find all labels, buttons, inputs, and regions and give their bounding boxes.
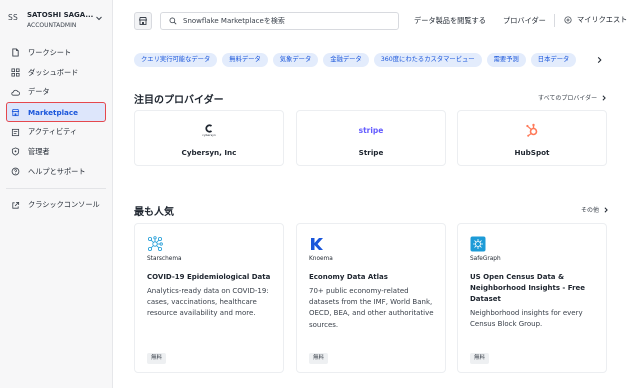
sidebar-divider [6,188,106,189]
sidebar-nav: ワークシート ダッシュボード データ Marketplace アクティビティ 管… [6,43,106,182]
sidebar-item-admin[interactable]: 管理者 [6,142,106,162]
dataset-provider: Starschema [147,256,182,262]
sidebar-item-worksheets[interactable]: ワークシート [6,43,106,63]
avatar: SS [8,13,19,22]
chip-demand-forecast[interactable]: 需要予測 [486,53,526,67]
chevron-right-icon [602,94,606,101]
chip-free[interactable]: 無料データ [222,53,268,67]
chevron-right-icon[interactable] [596,56,603,64]
dataset-title: US Open Census Data & Neighborhood Insig… [470,273,586,303]
search-placeholder: Snowflake Marketplaceを検索 [183,17,285,25]
shield-icon [11,147,20,156]
sidebar-item-label: クラシックコンソール [28,200,100,209]
sidebar-item-activity[interactable]: アクティビティ [6,122,106,142]
category-chips: クエリ実行可能なデータ 無料データ 気象データ 金融データ 360度にわたるカスタマービ… [134,53,594,69]
featured-providers-title: 注目のプロバイダー [134,95,224,106]
browse-data-products-link[interactable]: データ製品を閲覧する [414,16,486,26]
price-badge: 無料 [147,353,167,364]
stripe-logo: stripe [297,123,445,137]
sidebar-item-dashboards[interactable]: ダッシュボード [6,63,106,83]
external-link-icon [12,201,20,209]
dataset-card-census[interactable]: SafeGraph US Open Census Data & Neighbor… [457,223,607,373]
sidebar-item-help[interactable]: ヘルプとサポート [6,162,106,182]
dataset-description: Analytics-ready data on COVID-19: cases,… [147,287,269,318]
marketplace-icon [11,108,20,116]
chevron-right-icon [604,206,608,213]
see-more-link[interactable]: その他 [581,205,609,214]
cybersyn-logo: cybersyn [135,123,283,137]
cloud-icon [11,89,20,96]
sidebar-item-label: アクティビティ [28,127,78,137]
sidebar-item-label: 管理者 [28,146,50,156]
provider-name: HubSpot [514,148,550,157]
my-requests-label: マイリクエスト [577,15,628,24]
sidebar-item-data[interactable]: データ [6,83,106,103]
cybersyn-mark-icon [205,123,213,133]
chevron-down-icon [96,16,102,21]
sidebar-item-label: ダッシュボード [28,67,79,77]
document-icon [12,48,19,57]
provider-card-cybersyn[interactable]: cybersyn Cybersyn, Inc [134,110,284,166]
dataset-title: Economy Data Atlas [309,273,388,281]
providers-link[interactable]: プロバイダー [503,16,546,26]
plus-circle-icon [564,16,572,24]
price-badge: 無料 [309,353,329,364]
all-providers-label: すべてのプロバイダー [538,95,598,102]
hubspot-sprocket-icon [526,123,538,137]
most-popular-title: 最も人気 [134,207,174,218]
sidebar-item-label: データ [28,87,50,97]
dataset-title: COVID-19 Epidemiological Data [147,273,271,281]
help-icon [11,167,20,176]
chip-queryable[interactable]: クエリ実行可能なデータ [134,53,218,67]
dataset-description: 70+ public economy-related datasets from… [309,287,434,329]
chip-japan[interactable]: 日本データ [530,53,577,67]
user-menu[interactable]: SS SATOSHI SAGA... ACCOUNTADMIN [8,10,108,34]
my-requests-link[interactable]: マイリクエスト [564,15,627,25]
chip-weather[interactable]: 気象データ [272,53,319,67]
dataset-provider: SafeGraph [470,256,501,262]
sidebar-item-label: Marketplace [28,107,79,117]
price-badge: 無料 [470,353,490,364]
top-bar: Snowflake Marketplaceを検索 データ製品を閲覧する プロバイ… [113,0,640,42]
user-role: ACCOUNTADMIN [27,22,77,29]
activity-icon [11,128,20,136]
all-providers-link[interactable]: すべてのプロバイダー [538,93,607,102]
safegraph-logo-icon [470,236,486,252]
knoema-logo-icon [311,238,323,250]
chip-customer-360[interactable]: 360度にわたるカスタマービュー [373,53,482,67]
hubspot-logo [458,123,606,137]
marketplace-home-button[interactable] [134,12,152,30]
stripe-wordmark: stripe [358,125,384,135]
dataset-card-economy[interactable]: Knoema Economy Data Atlas 70+ public eco… [296,223,446,373]
provider-card-stripe[interactable]: stripe Stripe [296,110,446,166]
provider-card-hubspot[interactable]: HubSpot [457,110,607,166]
sidebar-item-marketplace[interactable]: Marketplace [6,102,106,123]
provider-name: Cybersyn, Inc [181,148,237,157]
marketplace-icon [138,17,148,25]
sidebar-item-classic-console[interactable]: クラシックコンソール [11,200,100,210]
starschema-logo-icon [147,236,163,251]
sidebar-item-label: ワークシート [28,47,72,57]
dashboard-icon [11,68,20,77]
search-input[interactable]: Snowflake Marketplaceを検索 [160,12,399,30]
search-icon [169,17,177,25]
dataset-provider: Knoema [309,256,333,262]
user-name: SATOSHI SAGA... [27,11,94,19]
top-divider [554,14,555,27]
chip-finance[interactable]: 金融データ [323,53,369,67]
cybersyn-wordmark: cybersyn [202,132,216,137]
sidebar-item-label: ヘルプとサポート [28,166,86,176]
dataset-description: Neighborhood insights for every Census B… [470,309,583,329]
provider-name: Stripe [358,148,384,157]
dataset-card-covid[interactable]: Starschema COVID-19 Epidemiological Data… [134,223,284,373]
see-more-label: その他 [581,207,600,214]
sidebar: SS SATOSHI SAGA... ACCOUNTADMIN ワークシート ダ… [0,0,113,388]
